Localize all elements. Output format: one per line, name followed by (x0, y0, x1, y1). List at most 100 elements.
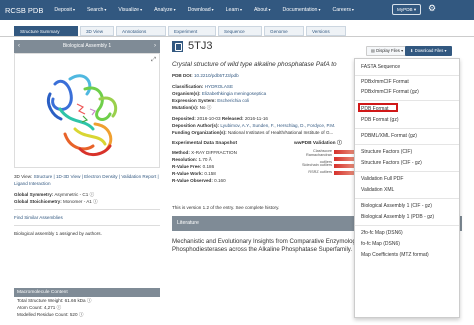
nav-analyze[interactable]: Analyze▾ (154, 7, 175, 13)
mypdb-label: MyPDB (397, 7, 413, 12)
expression-link[interactable]: Escherichia coli (217, 98, 249, 103)
global-stoich-value: Monomer - A1 (63, 199, 92, 204)
nav-about[interactable]: About▾ (254, 7, 271, 13)
download-files-button[interactable]: ⬇ Download Files ▾ (405, 46, 452, 56)
authors-links[interactable]: Lyubimov, A.Y., Sunden, F., Herschlag, D… (220, 123, 335, 128)
tab-versions[interactable]: Versions (306, 26, 346, 36)
nav-search[interactable]: Search▾ (87, 7, 106, 13)
top-nav: RCSB PDB Deposit▾ Search▾ Visualize▾ Ana… (0, 0, 474, 20)
organism-link[interactable]: Elizabethkingia meningoseptica (202, 91, 266, 96)
caret-down-icon: ▾ (351, 7, 354, 12)
tab-experiment[interactable]: Experiment (168, 26, 216, 36)
info-icon[interactable]: ⓘ (57, 305, 62, 310)
nav-analyze-label: Analyze (154, 7, 173, 13)
menu-item-sf-cif-gz[interactable]: Structure Factors (CIF - gz) (361, 160, 422, 166)
symmetry-info: Global Symmetry: Asymmetric - C1 ⓘ Globa… (14, 191, 160, 205)
weight-value: 61.66 kDa (64, 298, 86, 303)
brand-logo[interactable]: RCSB PDB (5, 6, 43, 15)
nav-deposit-label: Deposit (54, 7, 72, 13)
nav-learn[interactable]: Learn▾ (226, 7, 242, 13)
atom-value: 4,271 (43, 305, 56, 310)
residue-value: 520 (69, 312, 78, 317)
tab-annotations[interactable]: Annotations (116, 26, 166, 36)
assembly-title: Biological Assembly 1 (62, 43, 112, 49)
resolution-value: 1.70 Å (198, 157, 212, 162)
menu-item-validation-xml[interactable]: Validation XML (361, 187, 394, 193)
chevron-left-icon[interactable]: ‹ (18, 40, 20, 53)
menu-item-pdb-gz[interactable]: PDB Format (gz) (361, 117, 399, 123)
view-links: 3D View: Structure | 1D-3D View | Electr… (14, 173, 160, 187)
protein-structure-image (46, 74, 118, 157)
tab-structure-summary[interactable]: Structure Summary (14, 26, 78, 36)
residue-count: Modelled Residue Count: 520 ⓘ (14, 311, 160, 318)
info-icon[interactable]: ⓘ (337, 141, 342, 146)
menu-item-pdbml[interactable]: PDBML/XML Format (gz) (361, 133, 417, 139)
info-icon[interactable]: ⓘ (207, 105, 212, 110)
menu-item-sf-cif[interactable]: Structure Factors (CIF) (361, 149, 412, 155)
entry-icon (172, 40, 183, 52)
tab-genome[interactable]: Genome (264, 26, 304, 36)
nav-documentation[interactable]: Documentation▾ (283, 7, 321, 13)
menu-divider (355, 128, 459, 129)
expand-icon[interactable]: ⤢ (151, 57, 156, 64)
classification-link[interactable]: HYDROLASE (205, 84, 233, 89)
macromolecule-panel: Macromolecule Content Total Structure We… (14, 288, 160, 318)
global-symmetry-value: Asymmetric - C1 (54, 192, 89, 197)
download-files-menu: FASTA Sequence PDBx/mmCIF Format PDBx/mm… (354, 58, 460, 318)
caret-down-icon: ▾ (268, 7, 271, 12)
nav-visualize-label: Visualize (118, 7, 140, 13)
nav-search-label: Search (86, 7, 104, 13)
display-icon: ▤ (371, 48, 375, 53)
menu-divider (355, 100, 459, 101)
released-value: 2016-11-16 (244, 116, 268, 121)
doi-link[interactable]: 10.2210/pdb5TJ3/pdb (194, 73, 239, 78)
validation-metric-label: RSRZ outliers (308, 170, 332, 174)
structure-viewer[interactable]: ⤢ (14, 53, 160, 168)
display-files-label: Display Files (376, 48, 400, 53)
menu-item-validation-pdf[interactable]: Validation Full PDF (361, 176, 403, 182)
info-icon[interactable]: ⓘ (93, 199, 98, 204)
deposited-label: Deposited: (172, 116, 196, 121)
nav-download-label: Download (187, 7, 211, 13)
validation-heading-text: wwPDB Validation (294, 141, 336, 146)
tab-3d-view[interactable]: 3D View (80, 26, 114, 36)
global-symmetry-label: Global Symmetry: (14, 192, 54, 197)
nav-careers[interactable]: Careers▾ (332, 7, 353, 13)
menu-item-pdb[interactable]: PDB Format (361, 106, 389, 112)
nav-download[interactable]: Download▾ (188, 7, 214, 13)
info-icon[interactable]: ⓘ (87, 298, 92, 303)
menu-divider (355, 198, 459, 199)
menu-item-mmcif[interactable]: PDBx/mmCIF Format (361, 79, 409, 85)
menu-item-fofc-map[interactable]: fo-fc Map (DSN6) (361, 241, 400, 247)
nav-visualize[interactable]: Visualize▾ (118, 7, 142, 13)
robs-label: R-Value Observed: (172, 178, 213, 183)
funding-value: National Institutes of Health/National I… (227, 130, 334, 135)
caret-down-icon: ▾ (211, 7, 214, 12)
info-icon[interactable]: ⓘ (90, 192, 95, 197)
chevron-right-icon[interactable]: › (154, 40, 156, 53)
divider (14, 209, 160, 210)
structure-weight: Total Structure Weight: 61.66 kDa ⓘ (14, 297, 160, 304)
divider (14, 225, 160, 226)
info-icon[interactable]: ⓘ (79, 312, 84, 317)
gear-icon[interactable]: ⚙ (428, 3, 436, 14)
mypdb-button[interactable]: MyPDB ▾ (392, 4, 422, 15)
menu-item-mmcif-gz[interactable]: PDBx/mmCIF Format (gz) (361, 89, 419, 95)
download-icon: ⬇ (410, 48, 414, 53)
view-links-text[interactable]: Structure | 1D-3D View | Electron Densit… (14, 174, 159, 186)
menu-item-assembly-pdb[interactable]: Biological Assembly 1 (PDB - gz) (361, 214, 434, 220)
caret-down-icon: ▾ (239, 7, 242, 12)
weight-label: Total Structure Weight: (17, 298, 64, 303)
menu-item-2fofc-map[interactable]: 2fo-fc Map (DSN6) (361, 230, 403, 236)
menu-item-fasta[interactable]: FASTA Sequence (361, 64, 400, 70)
menu-item-assembly-cif[interactable]: Biological Assembly 1 (CIF - gz) (361, 203, 432, 209)
atom-label: Atom Count: (17, 305, 43, 310)
rwork-label: R-Value Work: (172, 171, 204, 176)
method-label: Method: (172, 150, 190, 155)
resolution-label: Resolution: (172, 157, 198, 162)
display-files-button[interactable]: ▤ Display Files ▾ (366, 46, 409, 56)
find-similar-link[interactable]: Find Similar Assemblies (14, 215, 63, 220)
tab-sequence[interactable]: Sequence (218, 26, 262, 36)
menu-item-map-coefficients[interactable]: Map Coefficients (MTZ format) (361, 252, 429, 258)
nav-deposit[interactable]: Deposit▾ (54, 7, 75, 13)
